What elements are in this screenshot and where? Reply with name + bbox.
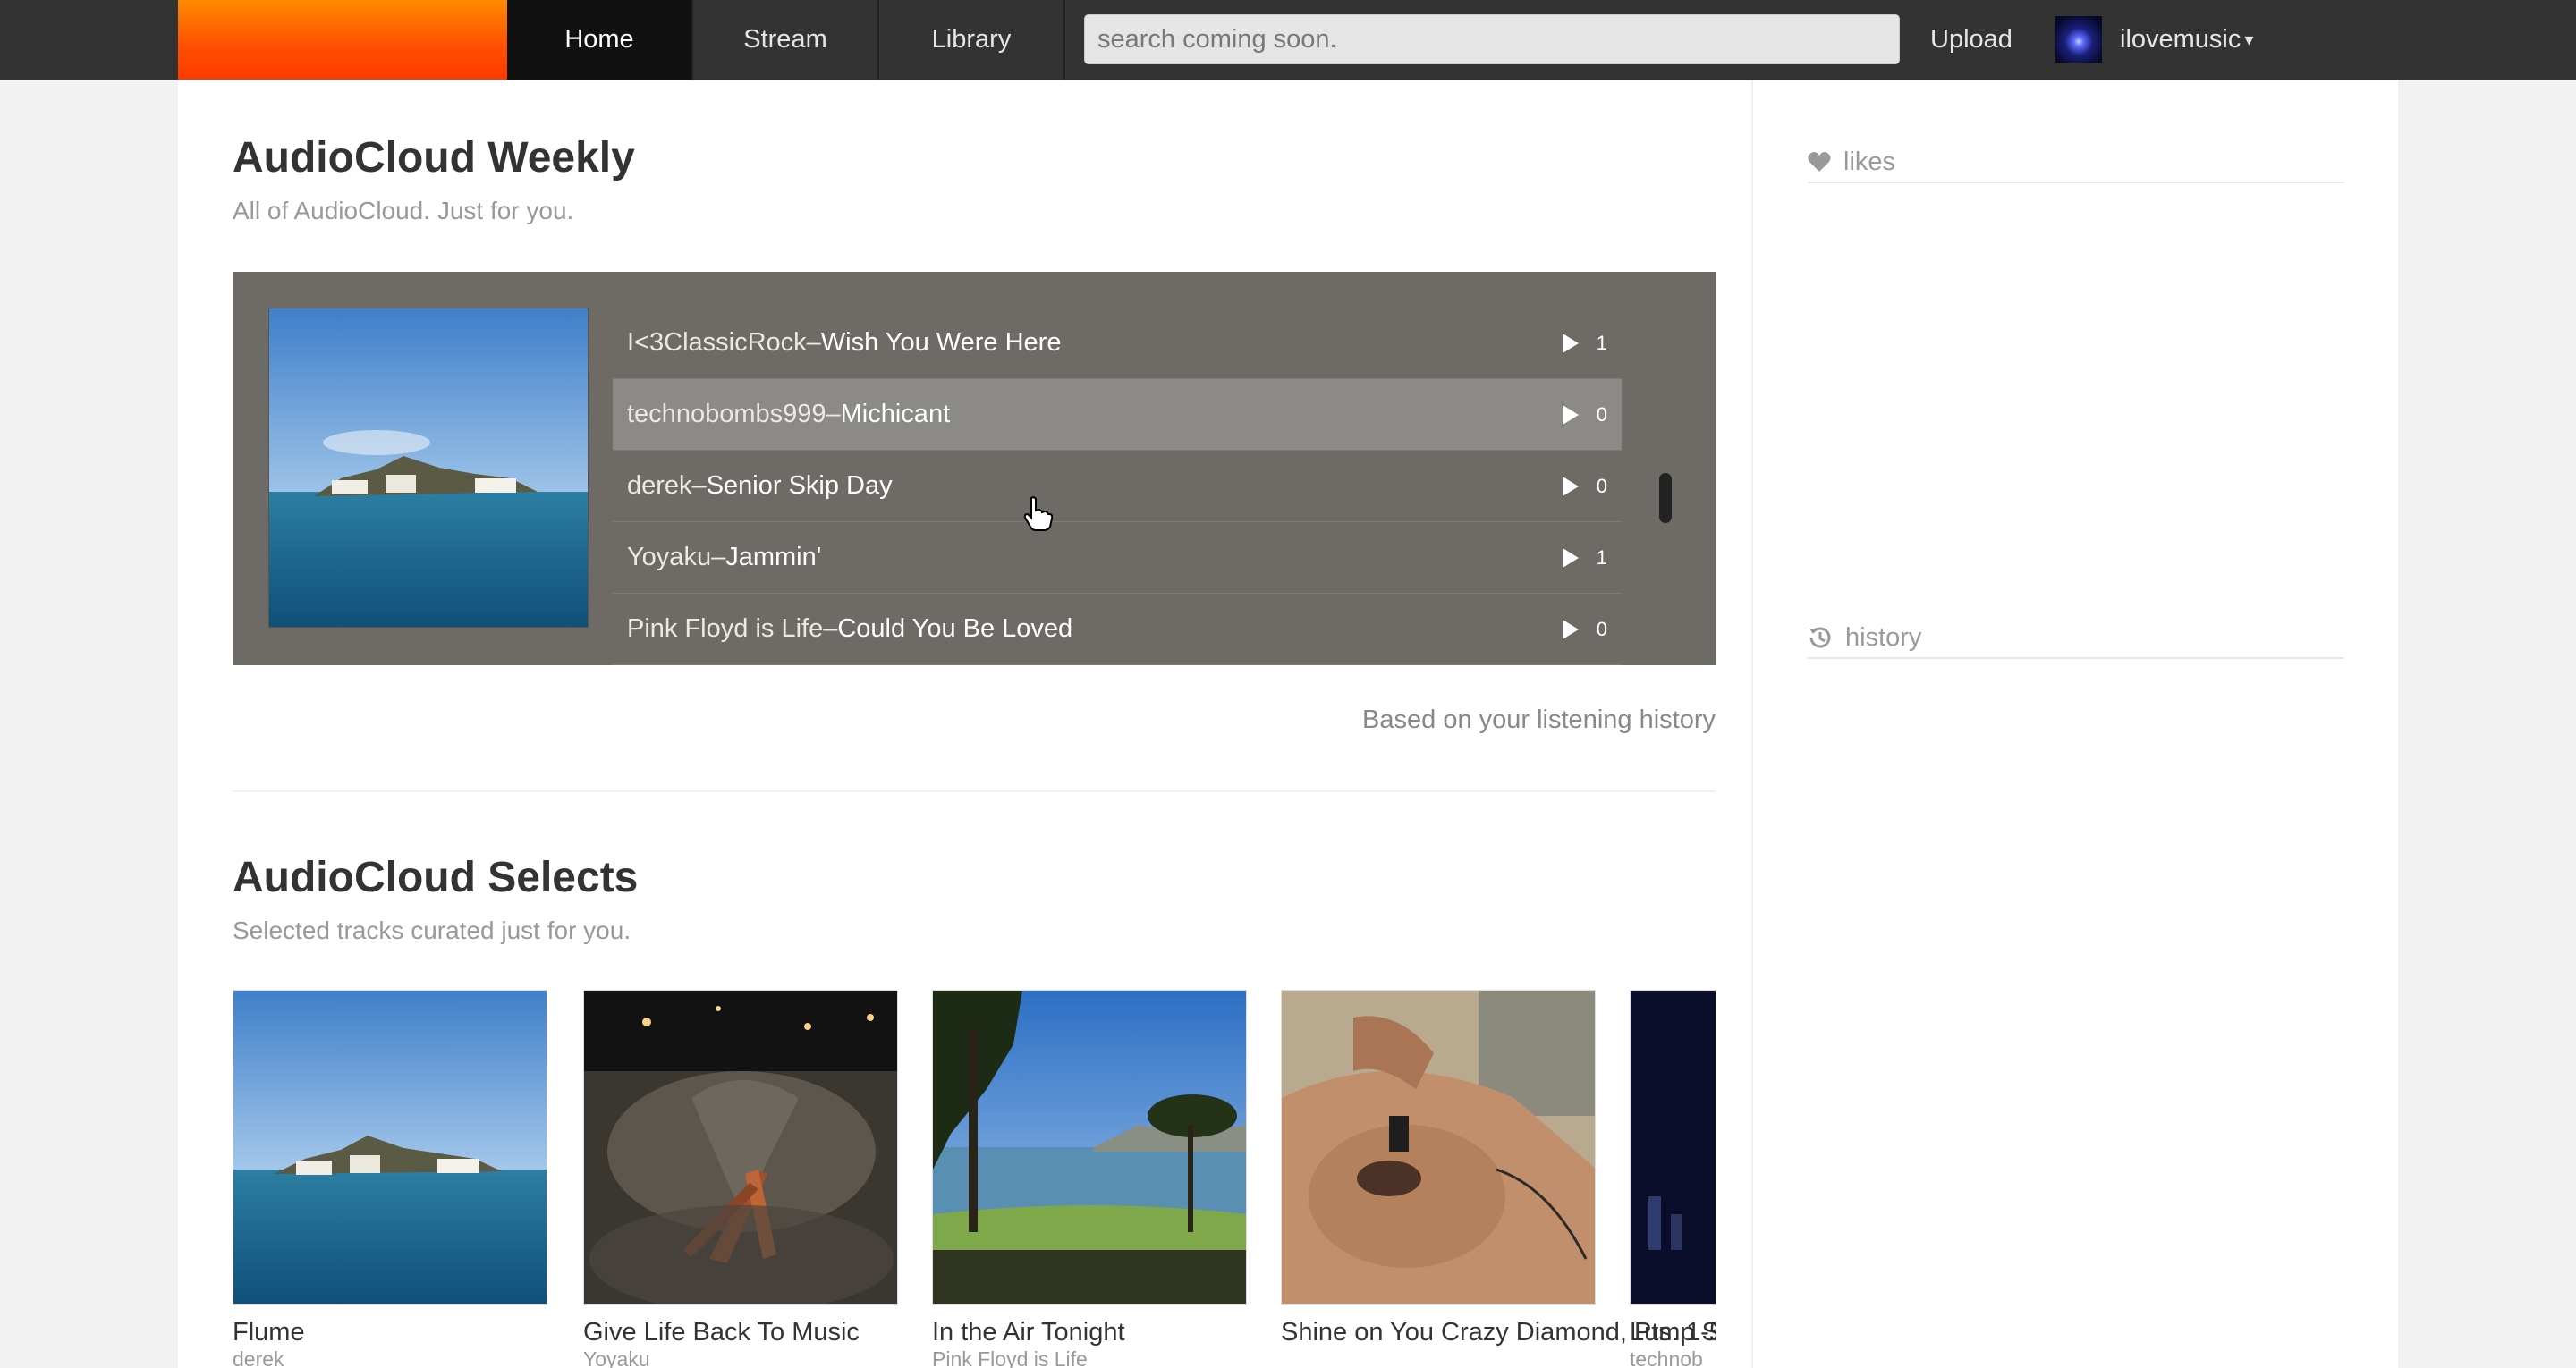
track-card[interactable]: Flume derek: [233, 990, 547, 1368]
play-icon[interactable]: [1563, 548, 1579, 568]
track-separator: –: [826, 400, 841, 428]
track-card[interactable]: Shine on You Crazy Diamond, Pts. 1-5: [1281, 990, 1716, 1347]
page-content: AudioCloud Weekly All of AudioCloud. Jus…: [178, 80, 2398, 1368]
track-card-artwork[interactable]: [1630, 990, 1716, 1305]
track-artist: derek: [627, 471, 692, 500]
track-row[interactable]: Yoyaku – Jammin' 1: [613, 522, 1622, 594]
track-card-title[interactable]: In the Air Tonight: [932, 1317, 1247, 1347]
weekly-subtitle: All of AudioCloud. Just for you.: [233, 197, 574, 224]
section-divider: [233, 790, 1716, 792]
track-card-user[interactable]: Yoyaku: [583, 1347, 898, 1368]
track-artist: Pink Floyd is Life: [627, 614, 824, 643]
weekly-title: AudioCloud Weekly: [233, 134, 635, 182]
track-artist: I<3ClassicRock: [627, 328, 807, 357]
island-artwork-image: [233, 991, 547, 1304]
track-title: Senior Skip Day: [706, 471, 893, 500]
track-title: Jammin': [725, 543, 822, 571]
play-icon[interactable]: [1563, 334, 1579, 353]
track-row[interactable]: derek – Senior Skip Day 0: [613, 451, 1622, 522]
top-navbar: Home Stream Library Upload ilovemusic ▾: [0, 0, 2576, 80]
track-separator: –: [711, 543, 726, 571]
track-card-artwork[interactable]: [583, 990, 898, 1305]
campfire-artwork-image: [584, 991, 897, 1304]
selects-card-row: Flume derek Give Life Back To Music Yoya…: [233, 990, 1716, 1368]
play-icon[interactable]: [1563, 620, 1579, 639]
track-card-user[interactable]: technob: [1630, 1347, 1716, 1368]
track-card-user[interactable]: Pink Floyd is Life: [932, 1347, 1247, 1368]
heart-icon: [1808, 152, 1831, 172]
play-count: 1: [1596, 545, 1607, 569]
main-column: AudioCloud Weekly All of AudioCloud. Jus…: [178, 80, 1751, 1368]
weekly-artwork[interactable]: [268, 308, 589, 628]
history-icon: [1809, 627, 1831, 648]
search-input[interactable]: [1084, 14, 1900, 64]
username-label: ilovemusic: [2120, 25, 2241, 54]
track-card-user[interactable]: derek: [233, 1347, 547, 1368]
track-card-artwork[interactable]: [1281, 990, 1596, 1305]
track-card-title[interactable]: Flume: [233, 1317, 547, 1347]
track-card[interactable]: In the Air Tonight Pink Floyd is Life: [932, 990, 1247, 1368]
track-card-artwork[interactable]: [932, 990, 1247, 1305]
track-row[interactable]: Pink Floyd is Life – Could You Be Loved 0: [613, 594, 1622, 665]
track-separator: –: [806, 328, 821, 357]
weekly-player: I<3ClassicRock – Wish You Were Here 1 tech…: [233, 272, 1716, 665]
play-count: 0: [1596, 474, 1607, 497]
upload-button[interactable]: Upload: [1930, 0, 2012, 80]
tab-home[interactable]: Home: [507, 0, 693, 80]
track-list-scrollbar[interactable]: [1659, 473, 1672, 523]
track-row-active[interactable]: technobombs999– Michicant 0: [613, 379, 1622, 451]
avatar[interactable]: [2055, 16, 2102, 63]
hand-cursor-icon: [1023, 496, 1053, 531]
selects-title: AudioCloud Selects: [233, 854, 639, 901]
track-row[interactable]: I<3ClassicRock – Wish You Were Here 1: [613, 308, 1622, 379]
play-count: 0: [1596, 402, 1607, 426]
track-card-title[interactable]: Shine on You Crazy Diamond, Pts. 1-5: [1281, 1317, 1716, 1347]
track-artist: technobombs999: [627, 400, 826, 428]
track-separator: –: [823, 614, 838, 643]
track-card-title[interactable]: Lump S: [1630, 1317, 1716, 1347]
tab-library[interactable]: Library: [879, 0, 1065, 80]
sidebar: likes history: [1751, 80, 2398, 1368]
selects-subtitle: Selected tracks curated just for you.: [233, 916, 631, 944]
chevron-down-icon: ▾: [2244, 30, 2254, 50]
track-separator: –: [691, 471, 707, 500]
based-on-history-note: Based on your listening history: [1362, 705, 1716, 734]
play-icon[interactable]: [1563, 477, 1579, 496]
history-label: history: [1845, 622, 1922, 652]
track-artist: Yoyaku: [627, 543, 712, 571]
track-title: Could You Be Loved: [837, 614, 1073, 643]
user-menu[interactable]: ilovemusic ▾: [2120, 0, 2253, 80]
weekly-track-list: I<3ClassicRock – Wish You Were Here 1 tech…: [613, 308, 1622, 665]
play-count: 1: [1596, 331, 1607, 354]
likes-label: likes: [1843, 147, 1896, 176]
play-count: 0: [1596, 617, 1607, 640]
track-card[interactable]: Give Life Back To Music Yoyaku: [583, 990, 898, 1368]
concert-artwork-image: [1631, 991, 1716, 1304]
track-card-title[interactable]: Give Life Back To Music: [583, 1317, 898, 1347]
track-card-artwork[interactable]: [233, 990, 547, 1305]
history-section-header[interactable]: history: [1808, 618, 2344, 659]
track-card[interactable]: Lump S technob: [1630, 990, 1716, 1368]
play-icon[interactable]: [1563, 405, 1579, 425]
sunbather-artwork-image: [1282, 991, 1595, 1304]
island-artwork-image: [269, 308, 588, 627]
likes-section-header[interactable]: likes: [1808, 142, 2344, 183]
audiocloud-logo[interactable]: [178, 0, 507, 80]
track-title: Michicant: [840, 400, 951, 428]
tab-stream[interactable]: Stream: [693, 0, 879, 80]
bay-trees-artwork-image: [933, 991, 1246, 1304]
track-title: Wish You Were Here: [820, 328, 1062, 357]
